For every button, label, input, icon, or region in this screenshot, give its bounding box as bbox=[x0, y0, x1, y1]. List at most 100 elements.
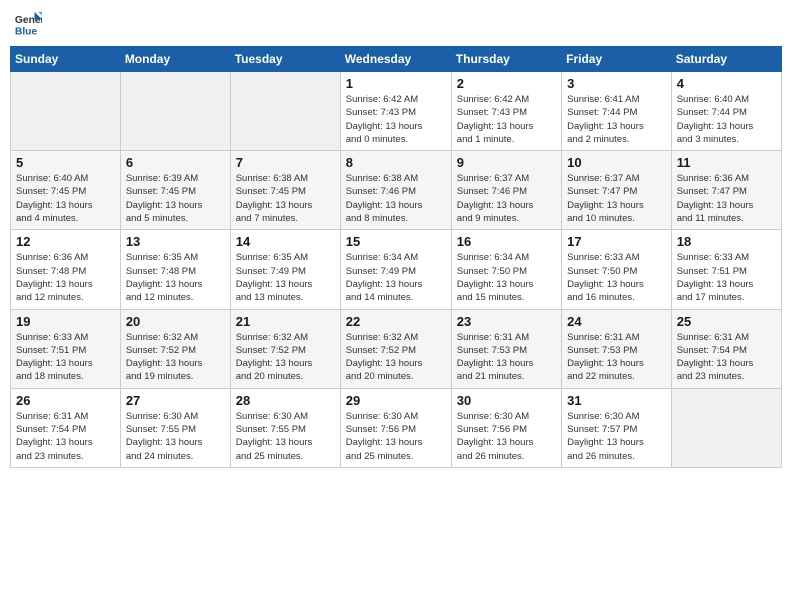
week-row-1: 1 Sunrise: 6:42 AM Sunset: 7:43 PM Daylig… bbox=[11, 72, 782, 151]
day-info: Sunrise: 6:30 AM Sunset: 7:55 PM Dayligh… bbox=[126, 410, 225, 463]
day-info: Sunrise: 6:36 AM Sunset: 7:48 PM Dayligh… bbox=[16, 251, 115, 304]
day-number: 11 bbox=[677, 155, 776, 170]
day-info: Sunrise: 6:37 AM Sunset: 7:46 PM Dayligh… bbox=[457, 172, 556, 225]
day-info: Sunrise: 6:35 AM Sunset: 7:48 PM Dayligh… bbox=[126, 251, 225, 304]
day-cell bbox=[120, 72, 230, 151]
day-number: 4 bbox=[677, 76, 776, 91]
week-row-5: 26 Sunrise: 6:31 AM Sunset: 7:54 PM Dayli… bbox=[11, 388, 782, 467]
day-number: 22 bbox=[346, 314, 446, 329]
day-cell: 12 Sunrise: 6:36 AM Sunset: 7:48 PM Dayli… bbox=[11, 230, 121, 309]
weekday-header-friday: Friday bbox=[562, 47, 672, 72]
day-cell bbox=[11, 72, 121, 151]
day-info: Sunrise: 6:36 AM Sunset: 7:47 PM Dayligh… bbox=[677, 172, 776, 225]
day-info: Sunrise: 6:41 AM Sunset: 7:44 PM Dayligh… bbox=[567, 93, 666, 146]
day-number: 31 bbox=[567, 393, 666, 408]
day-number: 19 bbox=[16, 314, 115, 329]
day-number: 12 bbox=[16, 234, 115, 249]
day-number: 20 bbox=[126, 314, 225, 329]
day-cell: 7 Sunrise: 6:38 AM Sunset: 7:45 PM Daylig… bbox=[230, 151, 340, 230]
calendar-table: SundayMondayTuesdayWednesdayThursdayFrid… bbox=[10, 46, 782, 468]
day-number: 7 bbox=[236, 155, 335, 170]
day-cell: 26 Sunrise: 6:31 AM Sunset: 7:54 PM Dayli… bbox=[11, 388, 121, 467]
day-number: 17 bbox=[567, 234, 666, 249]
day-cell: 11 Sunrise: 6:36 AM Sunset: 7:47 PM Dayli… bbox=[671, 151, 781, 230]
day-info: Sunrise: 6:38 AM Sunset: 7:45 PM Dayligh… bbox=[236, 172, 335, 225]
day-info: Sunrise: 6:31 AM Sunset: 7:53 PM Dayligh… bbox=[567, 331, 666, 384]
day-cell: 31 Sunrise: 6:30 AM Sunset: 7:57 PM Dayli… bbox=[562, 388, 672, 467]
day-cell: 2 Sunrise: 6:42 AM Sunset: 7:43 PM Daylig… bbox=[451, 72, 561, 151]
day-cell: 4 Sunrise: 6:40 AM Sunset: 7:44 PM Daylig… bbox=[671, 72, 781, 151]
day-number: 30 bbox=[457, 393, 556, 408]
day-info: Sunrise: 6:42 AM Sunset: 7:43 PM Dayligh… bbox=[457, 93, 556, 146]
day-info: Sunrise: 6:32 AM Sunset: 7:52 PM Dayligh… bbox=[236, 331, 335, 384]
week-row-2: 5 Sunrise: 6:40 AM Sunset: 7:45 PM Daylig… bbox=[11, 151, 782, 230]
day-number: 3 bbox=[567, 76, 666, 91]
day-number: 1 bbox=[346, 76, 446, 91]
day-info: Sunrise: 6:30 AM Sunset: 7:55 PM Dayligh… bbox=[236, 410, 335, 463]
day-number: 13 bbox=[126, 234, 225, 249]
day-info: Sunrise: 6:30 AM Sunset: 7:56 PM Dayligh… bbox=[346, 410, 446, 463]
day-number: 9 bbox=[457, 155, 556, 170]
day-cell: 25 Sunrise: 6:31 AM Sunset: 7:54 PM Dayli… bbox=[671, 309, 781, 388]
week-row-4: 19Sunrise: 6:33 AM Sunset: 7:51 PM Dayli… bbox=[11, 309, 782, 388]
day-info: Sunrise: 6:39 AM Sunset: 7:45 PM Dayligh… bbox=[126, 172, 225, 225]
day-info: Sunrise: 6:42 AM Sunset: 7:43 PM Dayligh… bbox=[346, 93, 446, 146]
weekday-header-wednesday: Wednesday bbox=[340, 47, 451, 72]
day-number: 16 bbox=[457, 234, 556, 249]
day-cell: 28 Sunrise: 6:30 AM Sunset: 7:55 PM Dayli… bbox=[230, 388, 340, 467]
day-info: Sunrise: 6:31 AM Sunset: 7:54 PM Dayligh… bbox=[677, 331, 776, 384]
day-number: 6 bbox=[126, 155, 225, 170]
day-cell: 17 Sunrise: 6:33 AM Sunset: 7:50 PM Dayli… bbox=[562, 230, 672, 309]
day-number: 15 bbox=[346, 234, 446, 249]
day-number: 18 bbox=[677, 234, 776, 249]
day-cell bbox=[671, 388, 781, 467]
day-info: Sunrise: 6:31 AM Sunset: 7:54 PM Dayligh… bbox=[16, 410, 115, 463]
day-number: 26 bbox=[16, 393, 115, 408]
day-info: Sunrise: 6:34 AM Sunset: 7:49 PM Dayligh… bbox=[346, 251, 446, 304]
day-info: Sunrise: 6:40 AM Sunset: 7:44 PM Dayligh… bbox=[677, 93, 776, 146]
day-number: 24 bbox=[567, 314, 666, 329]
day-number: 5 bbox=[16, 155, 115, 170]
day-cell: 8Sunrise: 6:38 AM Sunset: 7:46 PM Daylig… bbox=[340, 151, 451, 230]
weekday-header-saturday: Saturday bbox=[671, 47, 781, 72]
day-number: 28 bbox=[236, 393, 335, 408]
weekday-header-tuesday: Tuesday bbox=[230, 47, 340, 72]
day-cell: 18 Sunrise: 6:33 AM Sunset: 7:51 PM Dayli… bbox=[671, 230, 781, 309]
day-cell: 20Sunrise: 6:32 AM Sunset: 7:52 PM Dayli… bbox=[120, 309, 230, 388]
weekday-header-row: SundayMondayTuesdayWednesdayThursdayFrid… bbox=[11, 47, 782, 72]
day-cell: 22 Sunrise: 6:32 AM Sunset: 7:52 PM Dayli… bbox=[340, 309, 451, 388]
day-number: 14 bbox=[236, 234, 335, 249]
day-number: 29 bbox=[346, 393, 446, 408]
header: General Blue bbox=[10, 10, 782, 38]
day-cell: 29 Sunrise: 6:30 AM Sunset: 7:56 PM Dayli… bbox=[340, 388, 451, 467]
day-cell: 16 Sunrise: 6:34 AM Sunset: 7:50 PM Dayli… bbox=[451, 230, 561, 309]
week-row-3: 12 Sunrise: 6:36 AM Sunset: 7:48 PM Dayli… bbox=[11, 230, 782, 309]
day-cell: 21 Sunrise: 6:32 AM Sunset: 7:52 PM Dayli… bbox=[230, 309, 340, 388]
day-cell: 23Sunrise: 6:31 AM Sunset: 7:53 PM Dayli… bbox=[451, 309, 561, 388]
logo-icon: General Blue bbox=[14, 10, 42, 38]
day-cell: 13 Sunrise: 6:35 AM Sunset: 7:48 PM Dayli… bbox=[120, 230, 230, 309]
day-cell: 14Sunrise: 6:35 AM Sunset: 7:49 PM Dayli… bbox=[230, 230, 340, 309]
day-number: 23 bbox=[457, 314, 556, 329]
day-number: 25 bbox=[677, 314, 776, 329]
day-info: Sunrise: 6:33 AM Sunset: 7:51 PM Dayligh… bbox=[677, 251, 776, 304]
day-cell: 5 Sunrise: 6:40 AM Sunset: 7:45 PM Daylig… bbox=[11, 151, 121, 230]
day-cell: 27 Sunrise: 6:30 AM Sunset: 7:55 PM Dayli… bbox=[120, 388, 230, 467]
day-cell: 19Sunrise: 6:33 AM Sunset: 7:51 PM Dayli… bbox=[11, 309, 121, 388]
day-cell: 24 Sunrise: 6:31 AM Sunset: 7:53 PM Dayli… bbox=[562, 309, 672, 388]
day-info: Sunrise: 6:33 AM Sunset: 7:50 PM Dayligh… bbox=[567, 251, 666, 304]
day-info: Sunrise: 6:34 AM Sunset: 7:50 PM Dayligh… bbox=[457, 251, 556, 304]
day-number: 10 bbox=[567, 155, 666, 170]
weekday-header-thursday: Thursday bbox=[451, 47, 561, 72]
day-number: 2 bbox=[457, 76, 556, 91]
day-info: Sunrise: 6:30 AM Sunset: 7:57 PM Dayligh… bbox=[567, 410, 666, 463]
day-number: 21 bbox=[236, 314, 335, 329]
day-info: Sunrise: 6:37 AM Sunset: 7:47 PM Dayligh… bbox=[567, 172, 666, 225]
day-info: Sunrise: 6:30 AM Sunset: 7:56 PM Dayligh… bbox=[457, 410, 556, 463]
day-cell: 15 Sunrise: 6:34 AM Sunset: 7:49 PM Dayli… bbox=[340, 230, 451, 309]
day-cell: 10 Sunrise: 6:37 AM Sunset: 7:47 PM Dayli… bbox=[562, 151, 672, 230]
day-number: 27 bbox=[126, 393, 225, 408]
day-cell bbox=[230, 72, 340, 151]
day-info: Sunrise: 6:40 AM Sunset: 7:45 PM Dayligh… bbox=[16, 172, 115, 225]
day-info: Sunrise: 6:32 AM Sunset: 7:52 PM Dayligh… bbox=[346, 331, 446, 384]
